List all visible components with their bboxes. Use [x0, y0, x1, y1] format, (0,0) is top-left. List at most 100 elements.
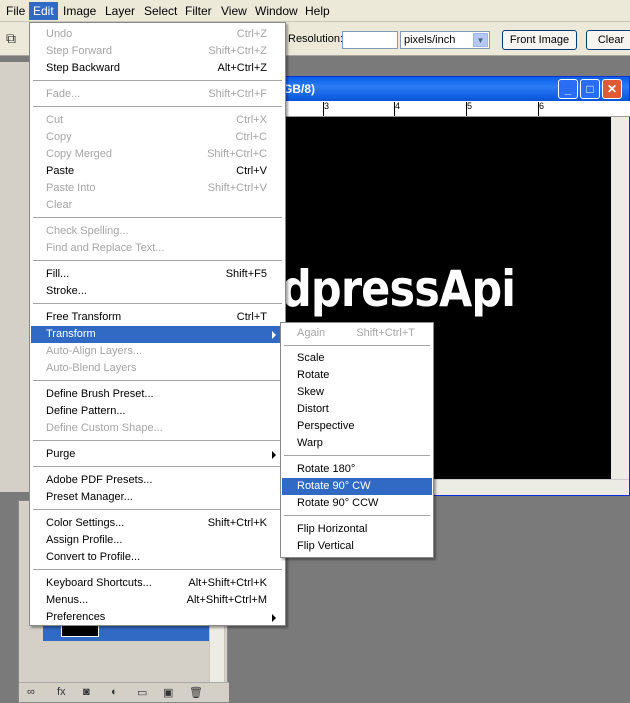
menu-item-label: Warp	[297, 437, 323, 449]
menu-item-define-shape[interactable]: Define Custom Shape...	[31, 420, 284, 437]
menu-window[interactable]: Window	[251, 2, 302, 20]
menu-image[interactable]: Image	[59, 2, 100, 20]
menu-item-stroke[interactable]: Stroke...	[31, 283, 284, 300]
menu-item-purge[interactable]: Purge	[31, 446, 284, 463]
menu-item-flip-vertical[interactable]: Flip Vertical	[282, 538, 432, 555]
menu-help[interactable]: Help	[301, 2, 334, 20]
menu-item-rotate[interactable]: Rotate	[282, 367, 432, 384]
resolution-label: Resolution:	[288, 33, 344, 45]
menu-bar: File Edit Image Layer Select Filter View…	[0, 0, 630, 22]
crop-tool-icon[interactable]: ⧉	[6, 30, 16, 47]
front-image-button[interactable]: Front Image	[502, 30, 577, 50]
close-button[interactable]: ✕	[602, 79, 622, 99]
menu-item-define-brush[interactable]: Define Brush Preset...	[31, 386, 284, 403]
menu-view[interactable]: View	[217, 2, 251, 20]
resolution-input[interactable]	[342, 31, 398, 49]
horizontal-ruler: 3 4 5 6	[241, 101, 630, 117]
menu-item-find-replace[interactable]: Find and Replace Text...	[31, 240, 284, 257]
menu-item-undo[interactable]: Undo Ctrl+Z	[31, 26, 284, 43]
ruler-tick	[323, 102, 324, 116]
menu-item-auto-blend[interactable]: Auto-Blend Layers	[31, 360, 284, 377]
menu-item-shortcut: Shift+Ctrl+C	[207, 148, 267, 160]
menu-item-free-transform[interactable]: Free Transform Ctrl+T	[31, 309, 284, 326]
menu-item-keyboard-shortcuts[interactable]: Keyboard Shortcuts... Alt+Shift+Ctrl+K	[31, 575, 284, 592]
menu-item-scale[interactable]: Scale	[282, 350, 432, 367]
menu-item-label: Flip Vertical	[297, 540, 354, 552]
clear-button[interactable]: Clear	[586, 30, 630, 50]
menu-item-step-backward[interactable]: Step Backward Alt+Ctrl+Z	[31, 60, 284, 77]
menu-item-warp[interactable]: Warp	[282, 435, 432, 452]
menu-item-paste-into[interactable]: Paste Into Shift+Ctrl+V	[31, 180, 284, 197]
menu-item-label: Color Settings...	[46, 517, 125, 529]
folder-icon[interactable]: ▭	[137, 686, 147, 699]
menu-separator	[33, 380, 282, 381]
menu-item-pdf-presets[interactable]: Adobe PDF Presets...	[31, 472, 284, 489]
menu-item-label: Copy Merged	[46, 148, 113, 160]
menu-item-auto-align[interactable]: Auto-Align Layers...	[31, 343, 284, 360]
maximize-button[interactable]: □	[580, 79, 600, 99]
trash-icon[interactable]: 🗑	[189, 686, 203, 699]
menu-item-preset-manager[interactable]: Preset Manager...	[31, 489, 284, 506]
menu-item-label: Stroke...	[46, 285, 87, 297]
document-titlebar[interactable]: GB/8) _ □ ✕	[241, 77, 629, 101]
layers-scrollbar[interactable]	[209, 621, 225, 685]
menu-item-transform[interactable]: Transform	[31, 326, 284, 343]
menu-item-fade[interactable]: Fade... Shift+Ctrl+F	[31, 86, 284, 103]
submenu-arrow-icon	[272, 451, 276, 459]
menu-item-color-settings[interactable]: Color Settings... Shift+Ctrl+K	[31, 515, 284, 532]
menu-filter[interactable]: Filter	[181, 2, 216, 20]
menu-item-label: Auto-Align Layers...	[46, 345, 142, 357]
mask-icon[interactable]: ◙	[83, 686, 90, 698]
menu-item-fill[interactable]: Fill... Shift+F5	[31, 266, 284, 283]
menu-item-label: Fill...	[46, 268, 70, 280]
menu-item-label: Skew	[297, 386, 324, 398]
link-icon[interactable]: ∞	[27, 686, 35, 698]
menu-edit[interactable]: Edit	[29, 2, 58, 20]
menu-item-shortcut: Shift+Ctrl+T	[356, 327, 415, 339]
fx-icon[interactable]: fx	[57, 686, 66, 698]
new-layer-icon[interactable]: ▣	[163, 686, 173, 699]
menu-item-clear[interactable]: Clear	[31, 197, 284, 214]
vertical-scrollbar[interactable]	[611, 117, 629, 479]
menu-separator	[33, 509, 282, 510]
menu-separator	[33, 260, 282, 261]
adjustment-icon[interactable]: ◐	[111, 686, 118, 698]
menu-item-copy-merged[interactable]: Copy Merged Shift+Ctrl+C	[31, 146, 284, 163]
menu-item-rotate-90-cw[interactable]: Rotate 90° CW	[282, 478, 432, 495]
menu-item-label: Preferences	[46, 611, 106, 623]
menu-item-convert-profile[interactable]: Convert to Profile...	[31, 549, 284, 566]
menu-item-rotate-180[interactable]: Rotate 180°	[282, 461, 432, 478]
menu-layer[interactable]: Layer	[101, 2, 139, 20]
menu-separator	[33, 466, 282, 467]
menu-item-step-forward[interactable]: Step Forward Shift+Ctrl+Z	[31, 43, 284, 60]
menu-select[interactable]: Select	[140, 2, 181, 20]
menu-item-shortcut: Alt+Shift+Ctrl+K	[188, 577, 267, 589]
ruler-tick	[466, 102, 467, 116]
menu-item-label: Undo	[46, 28, 73, 40]
minimize-button[interactable]: _	[558, 79, 578, 99]
chevron-down-icon[interactable]: ▼	[473, 33, 488, 47]
menu-item-paste[interactable]: Paste Ctrl+V	[31, 163, 284, 180]
menu-item-menus[interactable]: Menus... Alt+Shift+Ctrl+M	[31, 592, 284, 609]
menu-file[interactable]: File	[2, 2, 29, 20]
menu-item-shortcut: Shift+Ctrl+K	[207, 517, 267, 529]
menu-item-label: Define Custom Shape...	[46, 422, 163, 434]
menu-item-label: Scale	[297, 352, 325, 364]
menu-item-define-pattern[interactable]: Define Pattern...	[31, 403, 284, 420]
menu-item-cut[interactable]: Cut Ctrl+X	[31, 112, 284, 129]
menu-item-preferences[interactable]: Preferences	[31, 609, 284, 626]
menu-item-label: Rotate 90° CCW	[297, 497, 379, 509]
menu-separator	[33, 303, 282, 304]
menu-item-rotate-90-ccw[interactable]: Rotate 90° CCW	[282, 495, 432, 512]
resolution-unit-select[interactable]: pixels/inch ▼	[400, 31, 490, 49]
menu-item-perspective[interactable]: Perspective	[282, 418, 432, 435]
menu-item-assign-profile[interactable]: Assign Profile...	[31, 532, 284, 549]
menu-item-again[interactable]: Again Shift+Ctrl+T	[282, 325, 432, 342]
menu-item-check-spelling[interactable]: Check Spelling...	[31, 223, 284, 240]
menu-item-label: Rotate 180°	[297, 463, 356, 475]
menu-item-flip-horizontal[interactable]: Flip Horizontal	[282, 521, 432, 538]
menu-item-copy[interactable]: Copy Ctrl+C	[31, 129, 284, 146]
menu-item-skew[interactable]: Skew	[282, 384, 432, 401]
menu-item-distort[interactable]: Distort	[282, 401, 432, 418]
layers-footer: ∞ fx ◙ ◐ ▭ ▣ 🗑	[19, 682, 229, 702]
